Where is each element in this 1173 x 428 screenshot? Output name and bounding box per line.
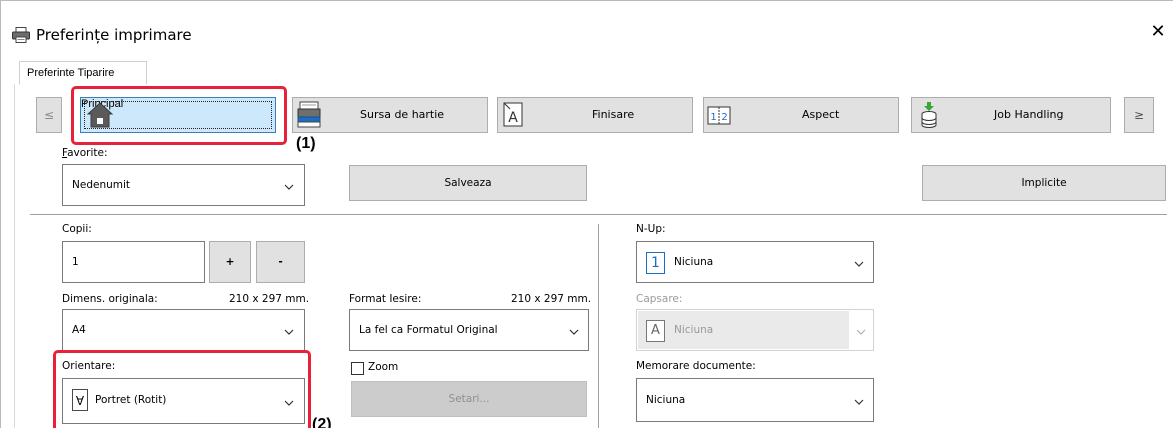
output-format-select[interactable]: La fel ca Formatul Original <box>349 309 589 351</box>
chevron-right-icon: ≥ <box>1133 108 1145 122</box>
original-size-value: A4 <box>72 324 86 336</box>
staple-icon: A <box>646 320 665 342</box>
paper-tray-icon <box>296 101 322 129</box>
chevron-down-icon <box>284 327 294 337</box>
document-filing-value: Niciuna <box>646 394 686 406</box>
defaults-label: Implicite <box>1021 177 1067 189</box>
staple-value: Niciuna <box>674 324 714 336</box>
defaults-button[interactable]: Implicite <box>922 165 1166 201</box>
close-icon[interactable]: ✕ <box>1148 22 1168 42</box>
nup-icon: 1 <box>646 252 665 274</box>
staple-select[interactable]: A Niciuna <box>636 309 874 351</box>
minus-icon: - <box>278 256 283 268</box>
copies-decrement-button[interactable]: - <box>256 241 305 283</box>
column-divider <box>598 224 599 428</box>
layout-icon: 1 2 <box>707 102 733 130</box>
favorites-label-text: avorite: <box>67 147 108 159</box>
nup-icon-glyph: 1 <box>651 255 660 271</box>
nav-finishing-button[interactable]: A Finisare <box>497 97 693 133</box>
nav-paper-source-button[interactable]: Sursa de hartie <box>292 97 488 133</box>
nav-scroll-right-button[interactable]: ≥ <box>1124 97 1154 133</box>
printer-icon <box>12 27 30 43</box>
copies-increment-button[interactable]: + <box>209 241 251 283</box>
favorites-value: Nedenumit <box>72 179 131 191</box>
zoom-settings-button[interactable]: Setari... <box>351 381 587 417</box>
output-format-label: Format Iesire: <box>349 293 422 305</box>
svg-text:A: A <box>508 110 518 126</box>
nav-job-handling-label: Job Handling <box>994 108 1064 121</box>
original-size-label: Dimens. originala: <box>62 293 158 305</box>
staple-select-fill <box>638 311 849 349</box>
zoom-settings-label: Setari... <box>448 393 490 405</box>
finishing-icon: A <box>501 101 527 129</box>
document-filing-label: Memorare documente: <box>636 360 756 372</box>
highlight-box-2 <box>53 350 311 428</box>
zoom-label: Zoom <box>368 361 399 373</box>
window-title: Preferințe imprimare <box>36 26 192 44</box>
tab-printing-preferences[interactable]: Preferinte Tiparire <box>19 61 147 85</box>
nav-scroll-left-button[interactable]: ≤ <box>36 97 62 133</box>
favorites-select[interactable]: Nedenumit <box>62 164 305 206</box>
window-border <box>0 0 1 428</box>
nav-layout-label: Aspect <box>802 108 840 121</box>
nav-layout-button[interactable]: 1 2 Aspect <box>703 97 899 133</box>
callout-1: (1) <box>296 135 316 152</box>
staple-icon-glyph: A <box>651 323 660 338</box>
copies-label: Copii: <box>62 223 92 235</box>
copies-input[interactable]: 1 <box>62 241 205 283</box>
chevron-down-icon <box>569 327 579 337</box>
chevron-down-icon <box>854 397 864 407</box>
svg-text:2: 2 <box>721 112 727 123</box>
nav-paper-source-label: Sursa de hartie <box>360 108 445 121</box>
output-format-value: La fel ca Formatul Original <box>359 324 498 336</box>
chevron-down-icon <box>284 182 294 192</box>
chevron-down-icon <box>854 259 864 269</box>
original-size-select[interactable]: A4 <box>62 309 305 351</box>
nav-job-handling-button[interactable]: Job Handling <box>911 97 1111 133</box>
svg-text:1: 1 <box>710 112 716 123</box>
save-favorites-button[interactable]: Salveaza <box>349 165 587 201</box>
save-favorites-label: Salveaza <box>444 177 492 189</box>
favorites-label: Favorite: <box>62 147 108 159</box>
nav-finishing-label: Finisare <box>592 108 635 121</box>
section-divider <box>30 214 1167 215</box>
output-format-dims: 210 x 297 mm. <box>511 293 592 305</box>
original-size-dims: 210 x 297 mm. <box>229 293 310 305</box>
nup-value: Niciuna <box>674 256 714 268</box>
nup-select[interactable]: 1 Niciuna <box>636 241 874 283</box>
job-handling-icon <box>918 101 944 129</box>
zoom-checkbox[interactable] <box>351 362 364 375</box>
chevron-left-icon: ≤ <box>43 108 55 122</box>
document-filing-select[interactable]: Niciuna <box>636 378 874 422</box>
highlight-box-1 <box>71 86 287 145</box>
nup-label: N-Up: <box>636 223 666 235</box>
plus-icon: + <box>225 256 235 268</box>
copies-value: 1 <box>72 256 79 268</box>
callout-2: (2) <box>312 416 332 428</box>
staple-label: Capsare: <box>636 293 683 305</box>
chevron-down-icon <box>856 327 866 337</box>
